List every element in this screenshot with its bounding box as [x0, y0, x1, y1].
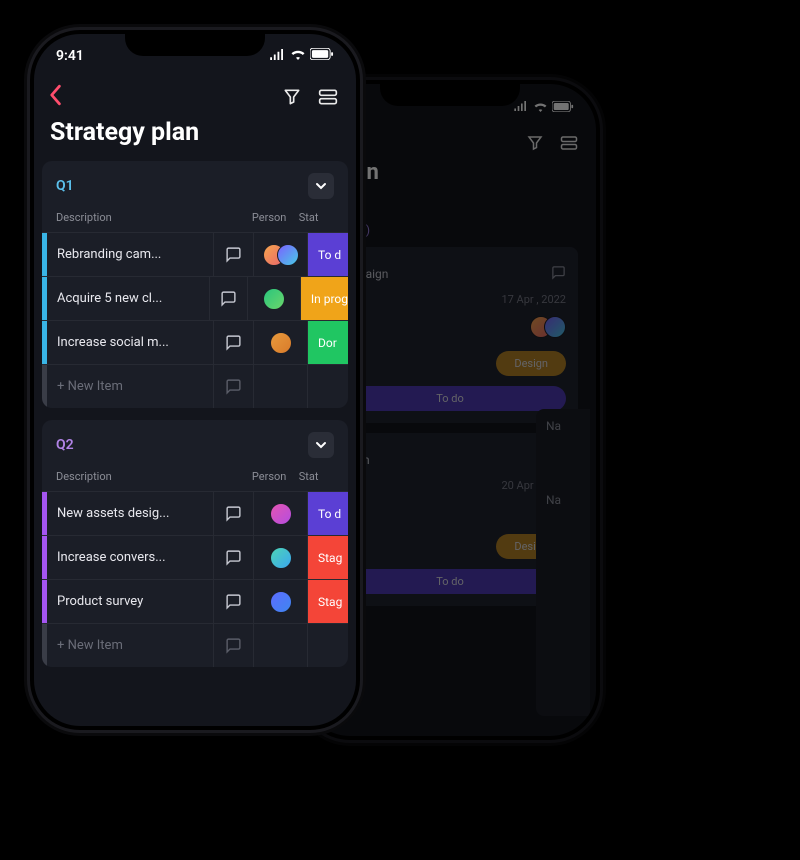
tag-pill: Design: [496, 351, 566, 376]
status-cell[interactable]: Stag: [308, 536, 348, 579]
chat-icon[interactable]: [551, 265, 566, 283]
row-description[interactable]: Product survey: [47, 580, 214, 623]
chat-icon[interactable]: [214, 233, 254, 276]
avatar: [270, 332, 292, 354]
person-cell[interactable]: [254, 536, 308, 579]
chat-icon: [214, 365, 254, 408]
board-content: Q1 Description Person Stat Rebranding ca…: [34, 161, 356, 726]
group-q1: Q1 Description Person Stat Rebranding ca…: [42, 161, 348, 408]
status-pill: To do: [334, 569, 566, 594]
column-header-person: Person: [244, 211, 295, 224]
avatar: [277, 244, 299, 266]
row-description[interactable]: Acquire 5 new cl...: [47, 277, 210, 320]
avatar: [270, 503, 292, 525]
table-row[interactable]: Product survey Stag: [42, 579, 348, 623]
view-toggle-icon[interactable]: [560, 134, 578, 152]
new-item-row[interactable]: + New Item: [42, 623, 348, 667]
status-cell[interactable]: To d: [308, 233, 348, 276]
status-cell[interactable]: Dor: [308, 321, 348, 364]
status-cell[interactable]: Stag: [308, 580, 348, 623]
row-description[interactable]: New assets desig...: [47, 492, 214, 535]
kanban-side-column: Na Na: [536, 409, 590, 716]
new-item-row[interactable]: + New Item: [42, 364, 348, 408]
person-cell[interactable]: [254, 492, 308, 535]
card-date: 17 Apr , 2022: [501, 293, 566, 306]
battery-icon: [310, 48, 334, 64]
group-title[interactable]: Q1: [56, 178, 74, 194]
chat-icon[interactable]: [214, 492, 254, 535]
person-cell[interactable]: [254, 321, 308, 364]
table-row[interactable]: Increase convers... Stag: [42, 535, 348, 579]
cellular-icon: [269, 48, 286, 64]
new-item-label[interactable]: + New Item: [47, 365, 214, 408]
nav-bar: [34, 78, 356, 112]
column-header-description: Description: [42, 470, 206, 483]
group-q2: Q2 Description Person Stat New assets de…: [42, 420, 348, 667]
avatar: [263, 288, 285, 310]
columns-header: Description Person Stat: [42, 207, 348, 232]
column-header-status: Stat: [295, 211, 348, 224]
chat-icon[interactable]: [210, 277, 249, 320]
chat-icon[interactable]: [214, 580, 254, 623]
row-description[interactable]: Rebranding cam...: [47, 233, 214, 276]
person-cell[interactable]: [254, 580, 308, 623]
person-cell[interactable]: [254, 233, 308, 276]
table-row[interactable]: Rebranding cam... To d: [42, 232, 348, 276]
row-description[interactable]: Increase social m...: [47, 321, 214, 364]
status-pill: To do: [334, 386, 566, 411]
collapse-button[interactable]: [308, 432, 334, 458]
table-row[interactable]: Acquire 5 new cl... In prog: [42, 276, 348, 320]
chat-icon[interactable]: [214, 321, 254, 364]
chat-icon: [214, 624, 254, 667]
avatar: [270, 547, 292, 569]
kanban-card[interactable]: Campaign 17 Apr , 2022 Design To do: [322, 247, 578, 423]
column-header-description: Description: [42, 211, 206, 224]
collapse-button[interactable]: [308, 173, 334, 199]
status-time: 9:41: [56, 48, 84, 64]
funnel-icon[interactable]: [526, 134, 544, 152]
column-header-person: Person: [244, 470, 295, 483]
new-item-label[interactable]: + New Item: [47, 624, 214, 667]
status-cell[interactable]: To d: [308, 492, 348, 535]
table-row[interactable]: Increase social m... Dor: [42, 320, 348, 364]
back-button[interactable]: [46, 84, 64, 110]
row-description[interactable]: Increase convers...: [47, 536, 214, 579]
chat-icon[interactable]: [214, 536, 254, 579]
column-header-status: Stat: [295, 470, 348, 483]
person-cell[interactable]: [248, 277, 300, 320]
group-title[interactable]: Q2: [56, 437, 74, 453]
avatar: [270, 591, 292, 613]
columns-header: Description Person Stat: [42, 466, 348, 491]
table-row[interactable]: New assets desig... To d: [42, 491, 348, 535]
status-cell[interactable]: In prog: [301, 277, 348, 320]
page-title: Strategy plan: [34, 112, 356, 161]
primary-phone-mockup: 9:41: [30, 30, 360, 730]
funnel-icon[interactable]: [282, 87, 302, 107]
wifi-icon: [290, 48, 306, 64]
view-toggle-icon[interactable]: [318, 87, 338, 107]
